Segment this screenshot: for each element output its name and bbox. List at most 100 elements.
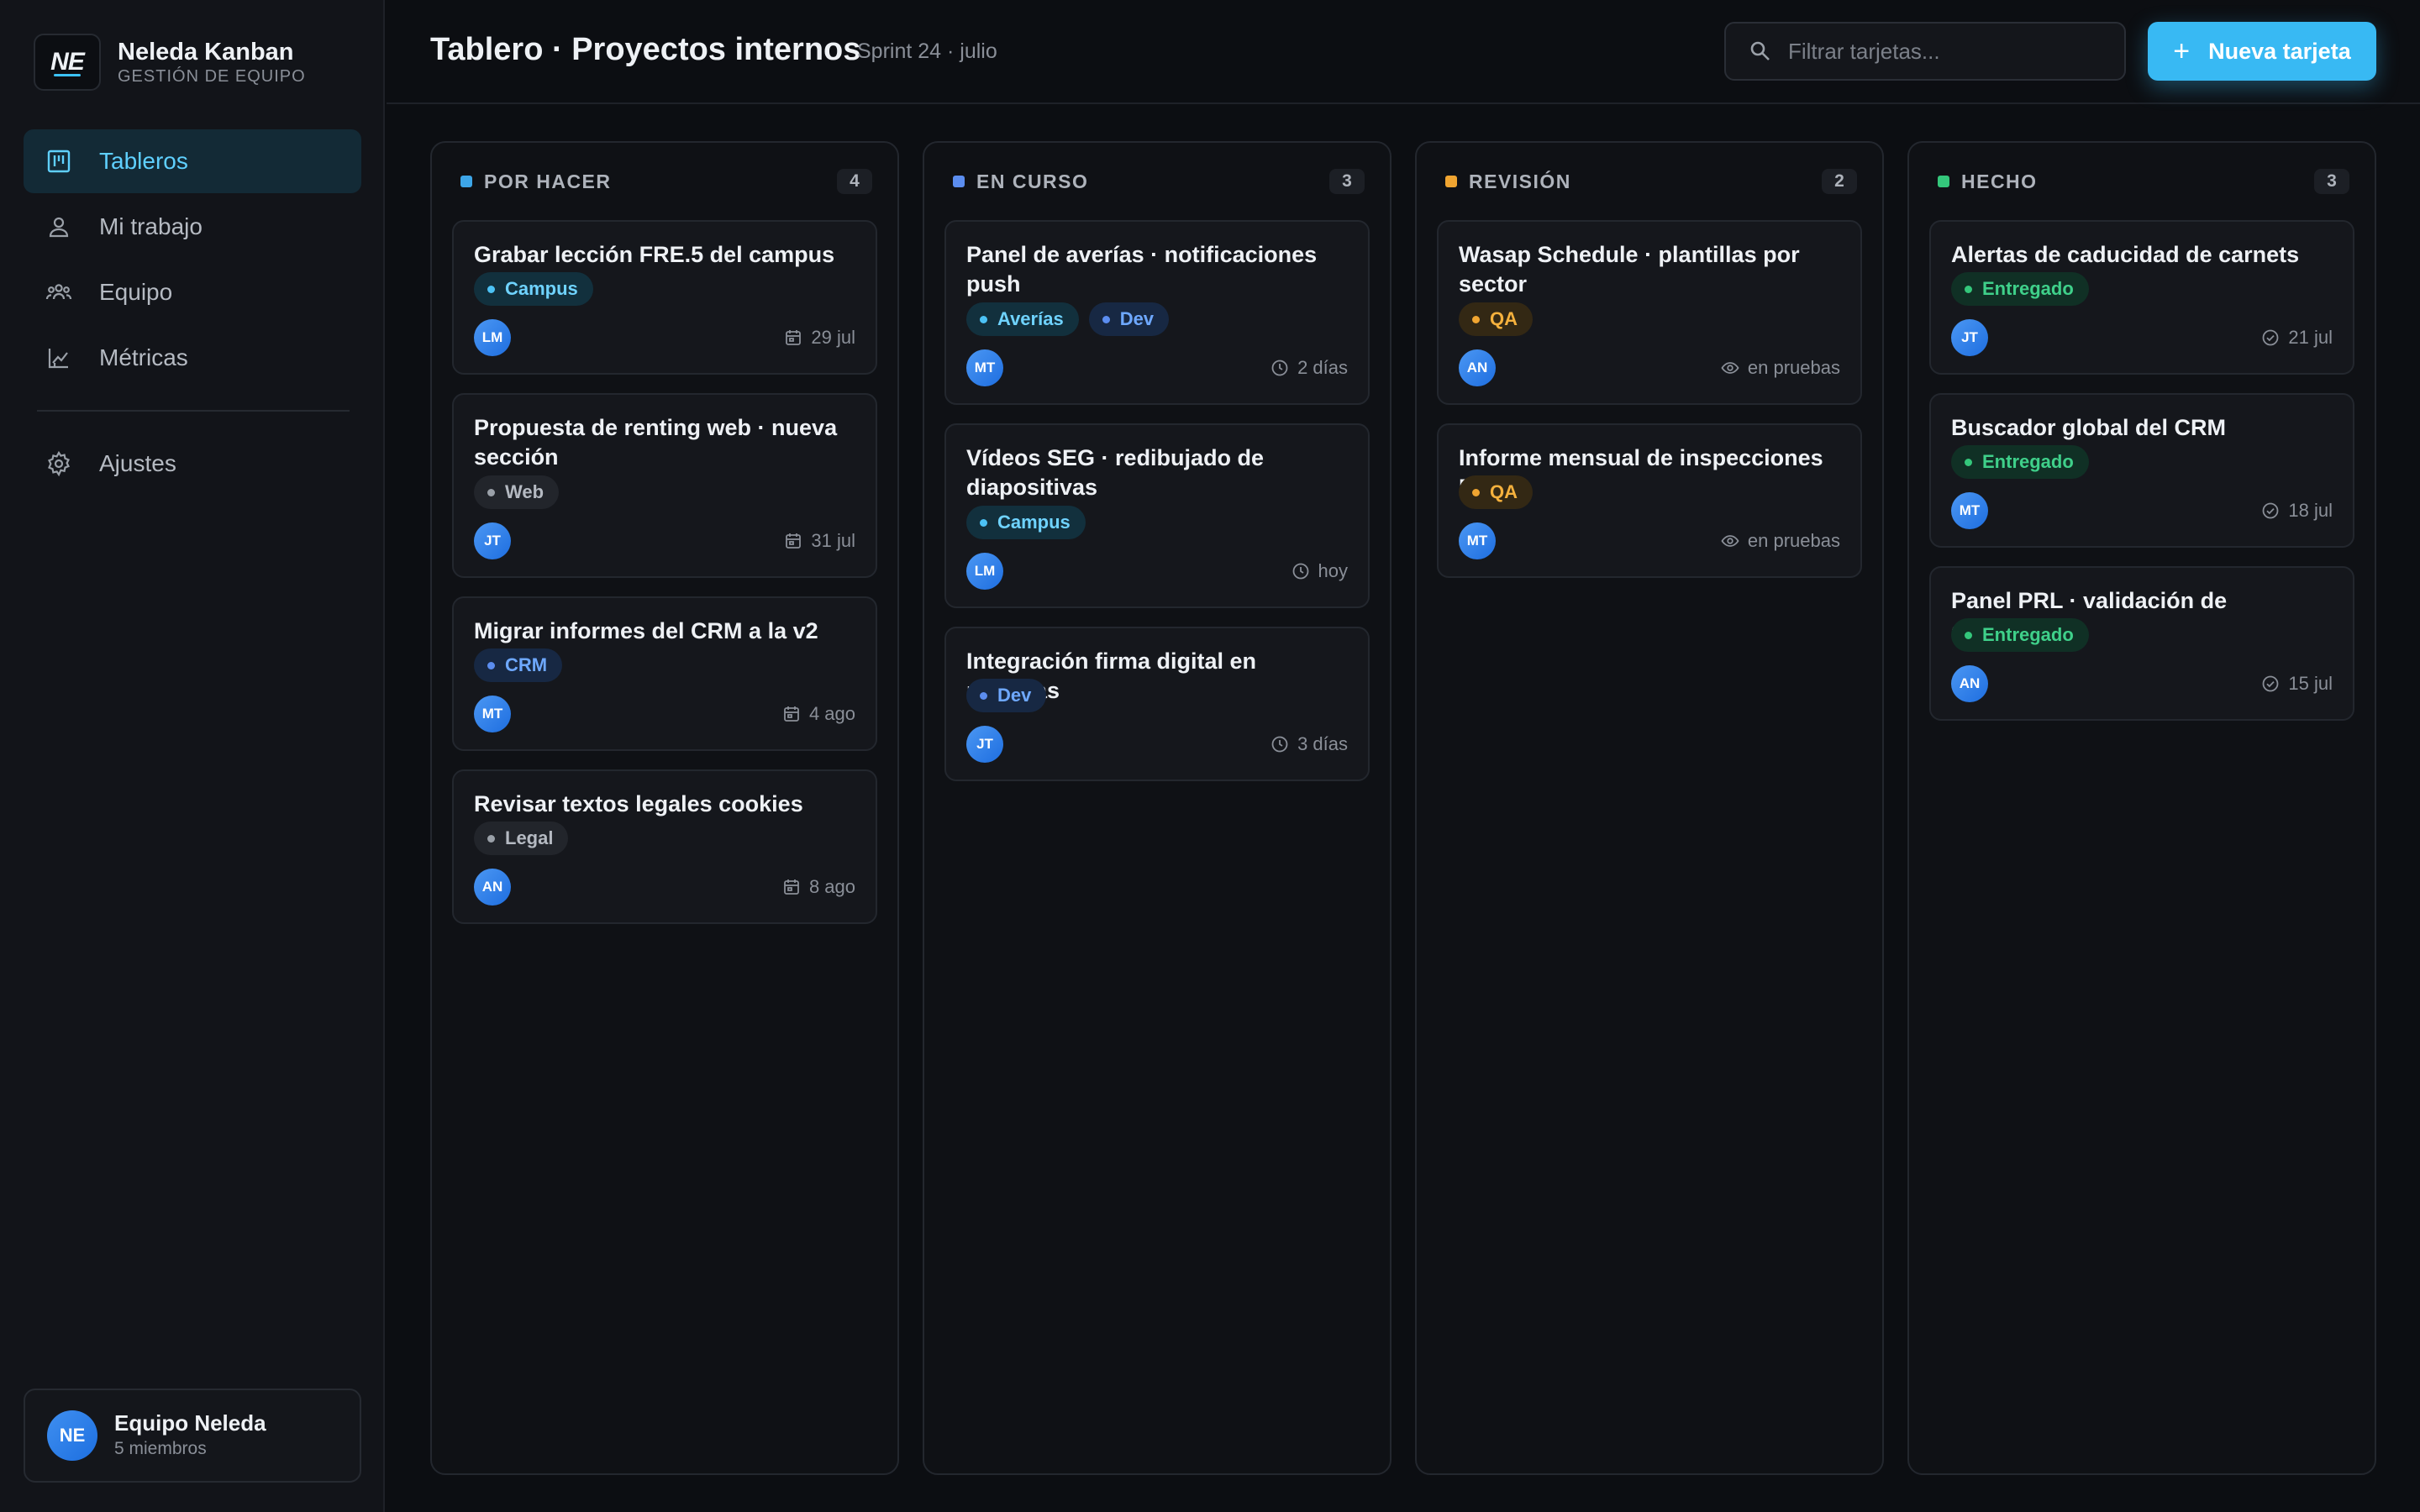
- task-card[interactable]: Alertas de caducidad de carnets Entregad…: [1929, 220, 2354, 375]
- card-meta-text: 15 jul: [2288, 673, 2333, 694]
- tag-label: QA: [1490, 481, 1518, 502]
- brand-logo: NE: [34, 34, 101, 91]
- column-header: POR HACER 4: [460, 168, 872, 195]
- task-card[interactable]: Propuesta de renting web · nueva sección…: [452, 393, 877, 578]
- task-card[interactable]: Wasap Schedule · plantillas por sector Q…: [1437, 220, 1862, 405]
- card-tags: QA: [1459, 302, 1543, 336]
- card-tags: Entregado: [1951, 272, 2099, 306]
- search-input[interactable]: [1788, 38, 2107, 65]
- task-card[interactable]: Vídeos SEG · redibujado de diapositivas …: [944, 423, 1370, 608]
- column-header: EN CURSO 3: [953, 168, 1365, 195]
- avatar[interactable]: AN: [1459, 349, 1496, 386]
- card-meta-text: 3 días: [1297, 733, 1348, 754]
- card-title: Propuesta de renting web · nueva sección: [474, 415, 838, 470]
- clock-icon: [1270, 359, 1297, 377]
- sidebar-item-label: Ajustes: [99, 450, 176, 476]
- avatar[interactable]: AN: [474, 869, 511, 906]
- avatar[interactable]: MT: [966, 349, 1003, 386]
- card-meta-text: 4 ago: [808, 703, 855, 724]
- avatar[interactable]: MT: [1951, 492, 1988, 529]
- chart-icon: [44, 343, 74, 373]
- calendar-icon: [782, 878, 809, 896]
- sidebar-item-tableros[interactable]: Tableros: [24, 129, 361, 193]
- team-members: 5 miembros: [114, 1439, 207, 1458]
- clock-icon: [1292, 562, 1318, 580]
- sidebar-item-mi-trabajo[interactable]: Mi trabajo: [24, 195, 361, 259]
- clock-icon: [1270, 735, 1297, 753]
- card-title: Revisar textos legales cookies: [474, 791, 803, 816]
- sidebar-item-metricas[interactable]: Métricas: [24, 326, 361, 390]
- avatar[interactable]: LM: [966, 553, 1003, 590]
- gear-icon: [44, 449, 74, 479]
- card-title: Buscador global del CRM: [1951, 415, 2227, 440]
- search-box[interactable]: [1724, 22, 2126, 81]
- tag-label: Legal: [505, 827, 554, 848]
- new-card-label: Nueva tarjeta: [2208, 38, 2351, 64]
- card-meta: 31 jul: [784, 522, 855, 559]
- card-meta-text: en pruebas: [1747, 530, 1840, 551]
- sidebar-divider: [37, 410, 350, 412]
- team-card[interactable]: NE Equipo Neleda 5 miembros: [24, 1389, 361, 1483]
- task-card[interactable]: Revisar textos legales cookies Legal AN …: [452, 769, 877, 924]
- tag-qa: QA: [1459, 475, 1533, 509]
- brand[interactable]: NE Neleda Kanban GESTIÓN DE EQUIPO: [34, 34, 306, 91]
- new-card-button[interactable]: + Nueva tarjeta: [2148, 22, 2376, 81]
- board-icon: [44, 146, 74, 176]
- calendar-icon: [784, 532, 811, 550]
- app-subtitle: GESTIÓN DE EQUIPO: [118, 67, 306, 86]
- status-dot: [1938, 176, 1949, 187]
- task-card[interactable]: Panel PRL · validación de documentos Ent…: [1929, 566, 2354, 721]
- tag-label: Campus: [505, 278, 578, 299]
- task-card[interactable]: Migrar informes del CRM a la v2 CRM MT 4…: [452, 596, 877, 751]
- calendar-icon: [784, 328, 811, 347]
- avatar[interactable]: MT: [1459, 522, 1496, 559]
- status-dot: [1445, 176, 1457, 187]
- card-meta: 29 jul: [784, 319, 855, 356]
- task-card[interactable]: Grabar lección FRE.5 del campus Campus L…: [452, 220, 877, 375]
- calendar-icon: [782, 705, 809, 723]
- card-tags: Web: [474, 475, 569, 509]
- card-meta: 2 días: [1270, 349, 1348, 386]
- card-meta: 15 jul: [2261, 665, 2333, 702]
- check-circle-icon: [2261, 328, 2288, 347]
- avatar[interactable]: MT: [474, 696, 511, 732]
- column-title: POR HACER: [484, 170, 612, 192]
- avatar[interactable]: JT: [1951, 319, 1988, 356]
- card-meta-text: 8 ago: [808, 876, 855, 897]
- card-meta: 8 ago: [782, 869, 855, 906]
- avatar[interactable]: JT: [966, 726, 1003, 763]
- team-name: Equipo Neleda: [114, 1410, 266, 1436]
- column-en-curso: EN CURSO 3 Panel de averías · notificaci…: [923, 141, 1392, 1475]
- task-card[interactable]: Panel de averías · notificaciones push A…: [944, 220, 1370, 405]
- column-header: REVISIÓN 2: [1445, 168, 1857, 195]
- team-icon: [44, 277, 74, 307]
- tag-label: Entregado: [1982, 451, 2074, 472]
- column-por-hacer: POR HACER 4 Grabar lección FRE.5 del cam…: [430, 141, 899, 1475]
- task-card[interactable]: Informe mensual de inspecciones PDF QA M…: [1437, 423, 1862, 578]
- sidebar-item-label: Tableros: [99, 148, 188, 174]
- avatar[interactable]: AN: [1951, 665, 1988, 702]
- card-tags: Entregado: [1951, 445, 2099, 479]
- sidebar-item-equipo[interactable]: Equipo: [24, 260, 361, 324]
- tag-web: Web: [474, 475, 560, 509]
- tag-legal: Legal: [474, 822, 569, 855]
- avatar: NE: [47, 1410, 97, 1461]
- eye-icon: [1721, 359, 1748, 377]
- sidebar-item-label: Equipo: [99, 279, 173, 305]
- tag-dev: Dev: [1088, 302, 1170, 336]
- sidebar-item-ajustes[interactable]: Ajustes: [24, 432, 361, 496]
- column-header: HECHO 3: [1938, 168, 2349, 195]
- sidebar-item-label: Métricas: [99, 344, 188, 370]
- plus-icon: +: [2173, 35, 2191, 67]
- tag-dev: Dev: [966, 679, 1047, 712]
- card-tags: Entregado: [1951, 618, 2099, 652]
- task-card[interactable]: Buscador global del CRM Entregado MT 18 …: [1929, 393, 2354, 548]
- card-meta-text: en pruebas: [1747, 357, 1840, 378]
- task-card[interactable]: Integración firma digital en nóminas Dev…: [944, 627, 1370, 781]
- check-circle-icon: [2261, 675, 2288, 693]
- tag-averias: Averías: [966, 302, 1079, 336]
- avatar[interactable]: LM: [474, 319, 511, 356]
- avatar[interactable]: JT: [474, 522, 511, 559]
- card-tags: Campus: [474, 272, 603, 306]
- card-title: Grabar lección FRE.5 del campus: [474, 242, 835, 267]
